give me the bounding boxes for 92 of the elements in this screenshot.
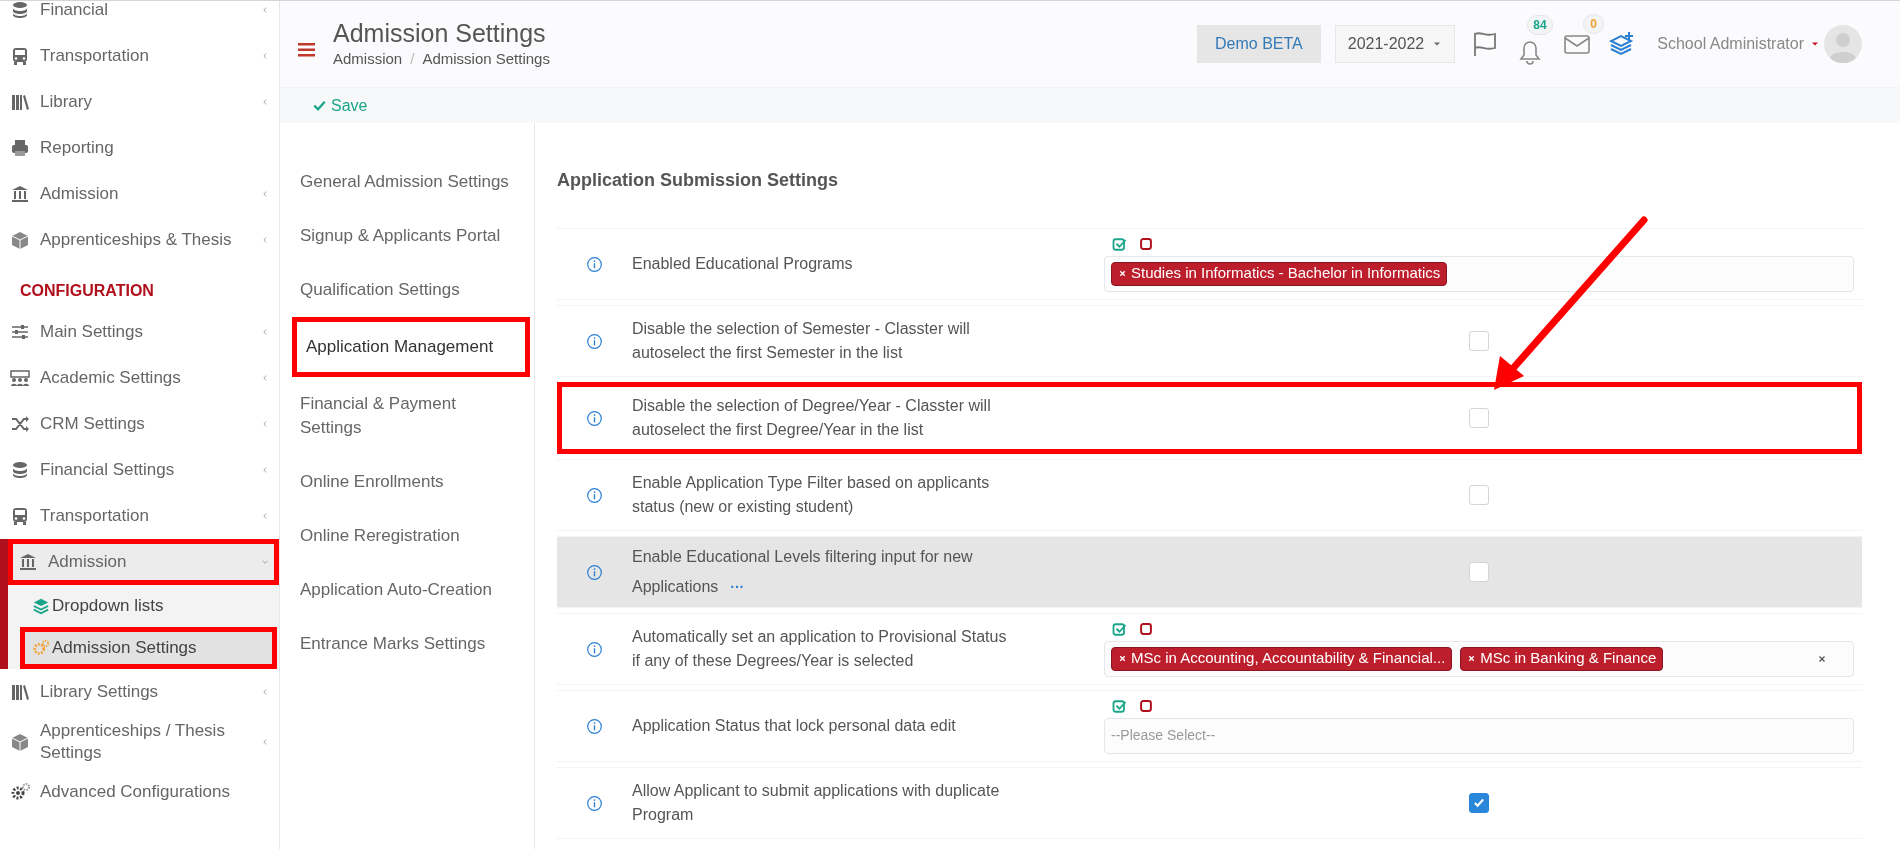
people-icon [10, 368, 30, 388]
sidebar-item[interactable]: Library Settings [0, 669, 279, 715]
info-icon[interactable] [586, 332, 603, 350]
settings-tab[interactable]: General Admission Settings [292, 155, 530, 209]
select-all-icon[interactable] [1112, 621, 1127, 637]
clear-icon[interactable] [1817, 653, 1827, 664]
info-icon[interactable] [586, 794, 603, 812]
sidebar-item[interactable]: CRM Settings [0, 401, 279, 447]
notification-count: 84 [1527, 15, 1553, 35]
section-title: Application Submission Settings [557, 169, 840, 192]
layers-icon [32, 597, 50, 615]
setting-label: Enable Educational Levels filtering input for new Applications ··· [632, 547, 974, 597]
settings-tab[interactable]: Application Auto-Creation [292, 563, 530, 617]
sidebar-subitem[interactable]: Admission Settings [20, 627, 277, 669]
printer-icon [10, 138, 30, 158]
settings-tab[interactable]: Online Reregistration [292, 509, 530, 563]
info-icon[interactable] [586, 486, 603, 504]
settings-tab[interactable]: Online Enrollments [292, 455, 530, 509]
page-title: Admission Settings [333, 17, 547, 48]
check-icon [1472, 796, 1486, 810]
select-all-icon[interactable] [1112, 236, 1127, 252]
sidebar-item[interactable]: Apprenticeships & Thesis [0, 217, 279, 263]
settings-tab[interactable]: Entrance Marks Settings [292, 617, 530, 671]
bus-icon [10, 506, 30, 526]
breadcrumb-link[interactable]: Admission [333, 47, 403, 71]
sidebar-item[interactable]: Transportation [0, 493, 279, 539]
sidebar-subitem[interactable]: Dropdown lists [20, 585, 279, 627]
user-menu[interactable]: School Administrator [1657, 32, 1820, 56]
setting-label: Enable Application Type Filter based on applicants status (new or existing student) [632, 473, 991, 517]
sidebar-item[interactable]: Admission [0, 171, 279, 217]
sidebar-item[interactable]: Library [0, 79, 279, 125]
check-icon [312, 98, 327, 113]
message-count: 0 [1583, 14, 1604, 34]
year-select[interactable]: 2021-2022 [1334, 25, 1456, 63]
more-link[interactable]: ··· [730, 579, 745, 595]
cube-icon [10, 230, 30, 250]
menu-icon[interactable] [298, 41, 315, 57]
books-icon [10, 92, 30, 112]
remove-icon[interactable] [1118, 654, 1127, 663]
books-icon [10, 682, 30, 702]
cube-icon [10, 732, 30, 752]
settings-tab[interactable]: Financial & Payment Settings [292, 377, 530, 455]
setting-label: Disable the selection of Semester - Classter will autoselect the first Semester in the list [632, 319, 971, 363]
bus-icon [10, 46, 30, 66]
sidebar-item[interactable]: Academic Settings [0, 355, 279, 401]
info-icon[interactable] [586, 255, 603, 273]
sidebar-item[interactable]: Transportation [0, 33, 279, 79]
deselect-all-icon[interactable] [1139, 698, 1153, 713]
breadcrumb-link[interactable]: Admission Settings [422, 47, 550, 71]
breadcrumb-separator: / [410, 48, 415, 69]
database-icon [10, 460, 30, 480]
setting-label: Disable the selection of Degree/Year - Classter will autoselect the first Degree/Year in the list [632, 396, 992, 440]
checkbox[interactable] [1469, 793, 1489, 813]
sidebar-item[interactable]: Financial Settings [0, 447, 279, 493]
setting-label: Application Status that lock personal data edit [632, 716, 957, 736]
settings-tab[interactable]: Signup & Applicants Portal [292, 209, 530, 263]
tag: MSc in Accounting, Accountability & Financial... [1111, 646, 1453, 671]
gears-icon [10, 782, 30, 802]
multiselect-field[interactable]: MSc in Accounting, Accountability & Financial... MSc in Banking & Finance [1104, 640, 1854, 677]
sidebar-item[interactable]: Apprenticeships / Thesis Settings [0, 715, 279, 769]
gears-icon [32, 639, 50, 657]
bank-icon [18, 552, 38, 572]
tag: MSc in Banking & Finance [1460, 646, 1664, 671]
sidebar-item[interactable]: Advanced Configurations [0, 769, 279, 815]
sidebar-item[interactable]: Admission [8, 539, 279, 585]
sliders-icon [10, 322, 30, 342]
deselect-all-icon[interactable] [1139, 236, 1153, 251]
multiselect-field[interactable]: Studies in Informatics - Bachelor in Informatics [1104, 255, 1854, 292]
sidebar-item[interactable]: Financial [0, 1, 279, 33]
tag: Studies in Informatics - Bachelor in Informatics [1111, 261, 1448, 286]
environment-button[interactable]: Demo BETA [1197, 25, 1321, 63]
deselect-all-icon[interactable] [1139, 621, 1153, 636]
shuffle-icon [10, 414, 30, 434]
settings-tab[interactable]: Qualification Settings [292, 263, 530, 317]
setting-label: Enabled Educational Programs [632, 254, 854, 274]
layers-plus-icon[interactable] [1609, 31, 1636, 57]
remove-icon[interactable] [1118, 269, 1127, 278]
remove-icon[interactable] [1467, 654, 1477, 663]
select-all-icon[interactable] [1112, 698, 1127, 714]
info-icon[interactable] [586, 640, 603, 658]
setting-label: Automatically set an application to Provisional Status if any of these Degrees/Year is selected [632, 627, 1008, 671]
info-icon[interactable] [586, 563, 603, 581]
sidebar-item[interactable]: Reporting [0, 125, 279, 171]
info-icon[interactable] [586, 409, 603, 427]
section-heading: CONFIGURATION [19, 281, 155, 301]
envelope-icon[interactable] [1563, 32, 1592, 56]
setting-label: Allow Applicant to submit applications with duplicate Program [632, 781, 1001, 825]
sidebar-item[interactable]: Main Settings [0, 309, 279, 355]
bank-icon [10, 184, 30, 204]
database-icon [10, 1, 30, 20]
settings-tab[interactable]: Application Management [292, 317, 530, 377]
info-icon[interactable] [586, 717, 603, 735]
